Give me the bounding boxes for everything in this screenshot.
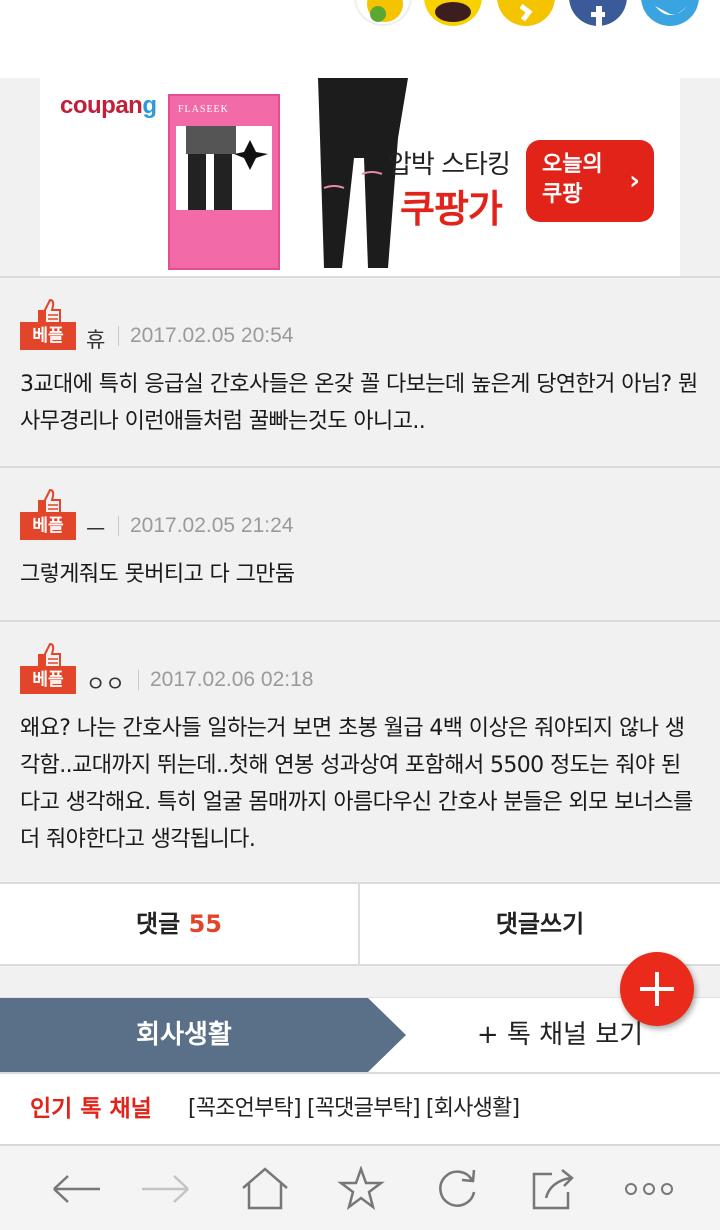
kakaostory-icon	[367, 0, 403, 22]
channel-bar: 회사생활 + 톡 채널 보기	[0, 998, 720, 1074]
more-icon	[625, 1183, 673, 1195]
thumbs-up-icon	[38, 488, 61, 514]
section-gap	[0, 966, 720, 998]
write-fab-button[interactable]	[620, 952, 694, 1026]
kakao-channel-share-button[interactable]	[497, 0, 555, 26]
best-label: 베플	[20, 512, 76, 540]
share-button[interactable]	[526, 1166, 580, 1212]
best-label: 베플	[20, 322, 76, 350]
forward-button[interactable]	[138, 1166, 192, 1212]
share-bar	[0, 0, 720, 78]
comment-author: ㅇㅇ	[86, 672, 125, 696]
thumbs-up-icon	[38, 642, 61, 668]
kakaostory-share-button[interactable]	[354, 0, 412, 26]
kakaotalk-icon	[435, 2, 471, 22]
current-channel-tab[interactable]: 회사생활	[0, 998, 410, 1072]
best-comment-badge: 베플	[20, 642, 76, 696]
comment-list: 베플 휴 2017.02.05 20:54 3교대에 특히 응급실 간호사들은 …	[0, 278, 720, 884]
divider	[138, 670, 139, 690]
refresh-icon	[439, 1169, 476, 1207]
more-button[interactable]	[622, 1166, 676, 1212]
share-icon	[532, 1169, 574, 1210]
product-box-image: FLASEEK	[168, 94, 280, 270]
comment-body: 왜요? 나는 간호사들 일하는거 보면 초봉 월급 4백 이상은 줘야되지 않나…	[20, 716, 693, 852]
browser-toolbar	[0, 1144, 720, 1230]
best-comment-badge: 베플	[20, 298, 76, 352]
home-icon	[242, 1167, 288, 1210]
comments-label: 댓글	[136, 910, 181, 938]
comment-item: 베플 휴 2017.02.05 20:54 3교대에 특히 응급실 간호사들은 …	[0, 278, 720, 468]
twitter-share-button[interactable]	[641, 0, 699, 26]
write-comment-button[interactable]: 댓글쓰기	[360, 884, 720, 964]
comments-count-button[interactable]: 댓글 55	[0, 884, 360, 964]
comment-item: 베플 ㅇㅇ 2017.02.06 02:18 왜요? 나는 간호사들 일하는거 …	[0, 622, 720, 884]
product-brand: FLASEEK	[178, 104, 229, 115]
comment-body: 3교대에 특히 응급실 간호사들은 온갖 꼴 다보는데 높은게 당연한거 아님?…	[20, 372, 698, 434]
bookmark-star-icon	[337, 1166, 385, 1211]
comment-body: 그렇게줘도 못버티고 다 그만둠	[20, 562, 295, 587]
ad-copy-line1: 압박 스타킹	[388, 150, 511, 180]
divider	[118, 516, 119, 536]
product-legs-image	[186, 126, 268, 210]
back-button[interactable]	[50, 1166, 104, 1212]
back-icon	[53, 1175, 100, 1203]
coupang-logo: coupang	[60, 92, 157, 119]
comment-timestamp: 2017.02.05 20:54	[130, 324, 294, 347]
facebook-share-button[interactable]	[569, 0, 627, 26]
comment-timestamp: 2017.02.06 02:18	[150, 668, 314, 691]
comment-actions: 댓글 55 댓글쓰기	[0, 884, 720, 966]
twitter-icon	[655, 6, 687, 15]
plus-icon	[640, 972, 674, 1006]
forward-icon	[142, 1175, 189, 1203]
comment-item: 베플 ㅡ 2017.02.05 21:24 그렇게줘도 못버티고 다 그만둠	[0, 468, 720, 622]
comment-author: ㅡ	[86, 518, 106, 542]
ad-cta-button[interactable]: 오늘의 쿠팡 ›	[526, 140, 654, 222]
current-channel-label: 회사생활	[136, 1020, 232, 1050]
ad-copy-line2: 쿠팡가	[400, 187, 503, 231]
popular-channels: 인기 톡 채널 [꼭조언부탁] [꼭댓글부탁] [회사생활]	[0, 1074, 720, 1144]
divider	[118, 326, 119, 346]
facebook-icon	[591, 6, 605, 26]
best-label: 베플	[20, 666, 76, 694]
home-button[interactable]	[238, 1166, 292, 1212]
comments-count: 55	[188, 910, 222, 938]
popular-channels-title: 인기 톡 채널	[30, 1096, 152, 1122]
chevron-right-icon: ›	[629, 166, 640, 196]
kakaotalk-share-button[interactable]	[424, 0, 482, 26]
ad-area: coupang FLASEEK 압박 스타킹 쿠팡가 오늘의 쿠팡 ›	[0, 78, 720, 278]
best-comment-badge: 베플	[20, 488, 76, 542]
refresh-button[interactable]	[430, 1166, 484, 1212]
popular-channel-links[interactable]: [꼭조언부탁] [꼭댓글부탁] [회사생활]	[188, 1074, 520, 1144]
thumbs-up-icon	[38, 298, 61, 324]
bookmark-button[interactable]	[334, 1166, 388, 1212]
kakao-channel-icon	[519, 4, 533, 22]
comment-author: 휴	[86, 328, 106, 352]
comment-timestamp: 2017.02.05 21:24	[130, 514, 294, 537]
coupang-ad-banner[interactable]: coupang FLASEEK 압박 스타킹 쿠팡가 오늘의 쿠팡 ›	[40, 78, 680, 276]
